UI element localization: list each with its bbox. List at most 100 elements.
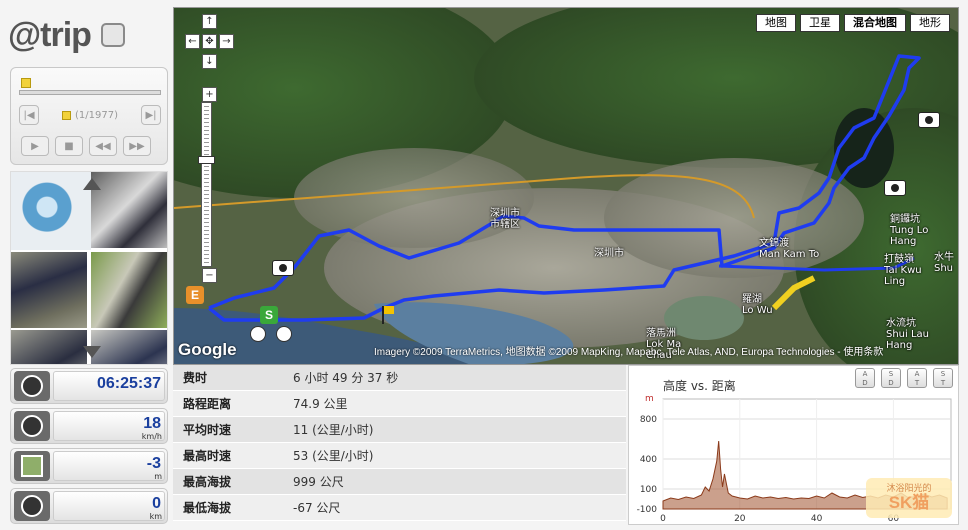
summary-label: 最高海拔 (183, 475, 232, 489)
flag-icon (382, 306, 398, 324)
map-label: 深圳市 (594, 248, 624, 259)
mountain-icon (14, 451, 50, 481)
summary-label: 平均时速 (183, 423, 232, 437)
speedometer-icon (14, 411, 50, 441)
summary-value: 53 (公里/小时) (293, 449, 374, 463)
rewind-button[interactable]: ◀◀ (89, 136, 117, 156)
summary-label: 最低海拔 (183, 501, 232, 515)
zoom-slider-handle[interactable] (198, 156, 215, 164)
map-imagery (174, 8, 958, 364)
map-label: 深圳市 市辖区 (490, 208, 520, 230)
track-point-icon (21, 78, 31, 88)
summary-value: 999 公尺 (293, 475, 344, 489)
y-tick-label: 100 (640, 485, 657, 495)
map-label: 水牛 Shu (934, 252, 954, 274)
playback-progress[interactable] (19, 90, 161, 95)
point-icon (62, 110, 71, 120)
play-button[interactable]: ▶ (21, 136, 49, 156)
distance-gauge: 0 km (10, 488, 168, 524)
y-tick-label: 800 (640, 415, 657, 425)
direction-indicator-icon (276, 326, 292, 342)
photo-search-icon[interactable] (11, 172, 91, 250)
photo-thumbnail[interactable] (11, 252, 87, 328)
map-label: 水流坑 Shui Lau Hang (886, 318, 930, 351)
google-logo: Google (178, 340, 237, 359)
summary-label: 最高时速 (183, 449, 232, 463)
camera-icon[interactable] (884, 180, 906, 196)
y-tick-label: -100 (637, 505, 658, 515)
map-label: 文錦渡 Man Kam To (759, 238, 820, 260)
photo-thumbnail[interactable] (11, 330, 87, 364)
point-counter: (1/1977) (62, 110, 118, 121)
altitude-unit: m (154, 472, 162, 481)
pan-right-button[interactable]: → (219, 34, 234, 49)
end-marker-icon[interactable]: E (186, 286, 204, 304)
camera-icon[interactable] (272, 260, 294, 276)
app-root: @trip |◀ (1/1977) ▶| ▶ ■ ◀◀ ▶▶ 06:25:37 (0, 0, 968, 530)
photo-thumbnail[interactable] (91, 252, 167, 328)
distance-value: 0 (152, 495, 161, 512)
photo-thumbnail[interactable] (91, 330, 167, 364)
summary-row-max-altitude: 最高海拔 999 公尺 (173, 469, 626, 495)
start-marker-icon[interactable]: S (260, 306, 278, 324)
last-point-button[interactable]: ▶| (140, 105, 161, 125)
summary-value: -67 公尺 (293, 501, 341, 515)
map-label: 銅鑼坑 Tung Lo Hang (890, 214, 929, 247)
map-label: 羅湖 Lo Wu (742, 294, 773, 316)
map-label: 打鼓嶺 Tai Kwu Ling (884, 254, 922, 287)
summary-value: 6 小时 49 分 37 秒 (293, 371, 399, 385)
summary-row-avg-speed: 平均时速 11 (公里/小时) (173, 417, 626, 443)
clock-gauge: 06:25:37 (10, 368, 168, 404)
zoom-in-button[interactable]: + (202, 87, 217, 102)
summary-row-duration: 费时 6 小时 49 分 37 秒 (173, 365, 626, 391)
summary-value: 74.9 公里 (293, 397, 348, 411)
x-tick-label: 40 (811, 514, 823, 524)
y-tick-label: 400 (640, 455, 657, 465)
map-type-map[interactable]: 地图 (756, 14, 796, 32)
pan-up-button[interactable]: ↑ (202, 14, 217, 29)
camera-icon[interactable] (918, 112, 940, 128)
x-tick-label: 0 (660, 514, 666, 524)
zoom-out-button[interactable]: − (202, 268, 217, 283)
y-axis-unit: m (645, 394, 654, 404)
map-type-hybrid[interactable]: 混合地图 (844, 14, 906, 32)
distance-unit: km (149, 512, 162, 521)
summary-value: 11 (公里/小时) (293, 423, 374, 437)
altitude-value: -3 (146, 455, 161, 472)
scroll-down-arrow-icon[interactable] (83, 346, 101, 358)
map-copyright: Imagery ©2009 TerraMetrics, 地图数据 ©2009 M… (374, 347, 884, 358)
map-type-selector: 地图 卫星 混合地图 地形 (756, 14, 950, 32)
pan-left-button[interactable]: ← (185, 34, 200, 49)
summary-row-min-altitude: 最低海拔 -67 公尺 (173, 495, 626, 521)
summary-label: 路程距离 (183, 397, 232, 411)
summary-row-max-speed: 最高时速 53 (公里/小时) (173, 443, 626, 469)
map-view[interactable]: ↑ ← ✥ → ↓ + − 地图 卫星 混合地图 地形 深圳市 深圳市 市辖区 … (173, 7, 959, 365)
road-icon (14, 491, 50, 521)
clock-icon (14, 371, 50, 401)
watermark-line2: SK猫 (888, 493, 930, 512)
brand-text: @trip (8, 15, 92, 54)
speed-gauge: 18 km/h (10, 408, 168, 444)
altitude-gauge: -3 m (10, 448, 168, 484)
fast-forward-button[interactable]: ▶▶ (123, 136, 151, 156)
map-type-satellite[interactable]: 卫星 (800, 14, 840, 32)
playback-panel: |◀ (1/1977) ▶| ▶ ■ ◀◀ ▶▶ (10, 67, 168, 165)
pan-down-button[interactable]: ↓ (202, 54, 217, 69)
elevation-chart-panel: 高度 vs. 距离 AD SD AT ST 800 400 100 -100 0 20 40… (628, 365, 959, 525)
zoom-slider-track[interactable] (201, 102, 212, 267)
watermark: 沐浴阳光的 SK猫 (866, 478, 952, 518)
stop-button[interactable]: ■ (55, 136, 83, 156)
first-point-button[interactable]: |◀ (19, 105, 39, 125)
reset-view-button[interactable]: ✥ (202, 34, 217, 49)
summary-label: 费时 (183, 371, 208, 385)
playback-position-icon (250, 326, 266, 342)
point-counter-text: (1/1977) (75, 109, 118, 121)
app-logo: @trip (8, 14, 168, 56)
speed-unit: km/h (141, 432, 162, 441)
x-tick-label: 20 (734, 514, 746, 524)
scroll-up-arrow-icon[interactable] (83, 178, 101, 190)
map-type-terrain[interactable]: 地形 (910, 14, 950, 32)
photo-thumbnail[interactable] (91, 172, 167, 248)
app-icon[interactable] (100, 23, 125, 47)
photo-gallery (10, 171, 168, 365)
